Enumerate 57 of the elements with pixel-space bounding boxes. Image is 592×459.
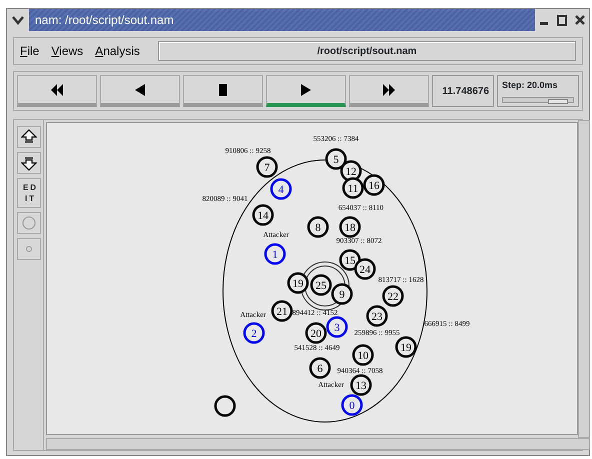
network-node: 8 (307, 216, 329, 238)
network-node: 25 (310, 274, 332, 296)
stop-button[interactable] (183, 75, 263, 107)
back-icon (133, 82, 147, 96)
dot-tool-button[interactable] (17, 238, 41, 260)
network-node: 7 (256, 156, 278, 178)
menu-item[interactable]: Views (51, 42, 84, 60)
rewind-button[interactable] (17, 75, 97, 107)
menu-item[interactable]: File (20, 42, 40, 60)
network-node: 19 (287, 272, 309, 294)
network-node: 2 (243, 322, 265, 344)
zoom-out-button[interactable] (17, 152, 41, 174)
network-node: 13 (350, 374, 372, 396)
file-path-field: /root/script/sout.nam (158, 41, 576, 61)
zoom-in-button[interactable] (17, 126, 41, 148)
window-title: nam: /root/script/sout.nam (34, 12, 175, 29)
fast-forward-icon (382, 82, 396, 96)
network-node: 10 (352, 344, 374, 366)
window-menu-button[interactable] (7, 9, 29, 31)
stop-icon (216, 82, 230, 96)
network-node: 24 (354, 258, 376, 280)
zoom-out-icon (21, 155, 37, 171)
network-node: 22 (382, 285, 404, 307)
circle-icon (21, 215, 37, 231)
network-node: 16 (363, 174, 385, 196)
network-node: 23 (366, 305, 388, 327)
forward-button[interactable] (349, 75, 429, 107)
play-icon (299, 82, 313, 96)
network-node: 14 (252, 204, 274, 226)
network-node: 18 (339, 216, 361, 238)
network-node: 0 (341, 394, 363, 416)
maximize-icon (557, 14, 567, 26)
network-node: 3 (326, 316, 348, 338)
time-display: 11.748676 (432, 75, 494, 107)
network-node: 5 (325, 148, 347, 170)
zoom-in-icon (21, 129, 37, 145)
vertical-scrollbar[interactable] (578, 120, 590, 438)
network-node: 11 (342, 177, 364, 199)
step-slider[interactable] (502, 96, 574, 103)
step-label: Step: 20.0ms (502, 79, 559, 92)
network-node: 19 (395, 336, 417, 358)
edit-button[interactable]: EDIT (17, 178, 41, 208)
network-node: 1 (264, 243, 286, 265)
chevron-down-icon (12, 15, 24, 25)
network-node: 6 (309, 357, 331, 379)
menu-item[interactable]: Analysis (95, 42, 140, 60)
network-node: 9 (331, 283, 353, 305)
network-node: 20 (305, 322, 327, 344)
network-node: 21 (271, 300, 293, 322)
rewind-icon (50, 82, 64, 96)
back-button[interactable] (100, 75, 180, 107)
network-node: 4 (270, 178, 292, 200)
slider-thumb[interactable] (548, 98, 568, 104)
play-button[interactable] (266, 75, 346, 107)
horizontal-scrollbar[interactable] (46, 438, 590, 450)
minimize-icon (540, 22, 548, 25)
close-icon (575, 15, 585, 25)
